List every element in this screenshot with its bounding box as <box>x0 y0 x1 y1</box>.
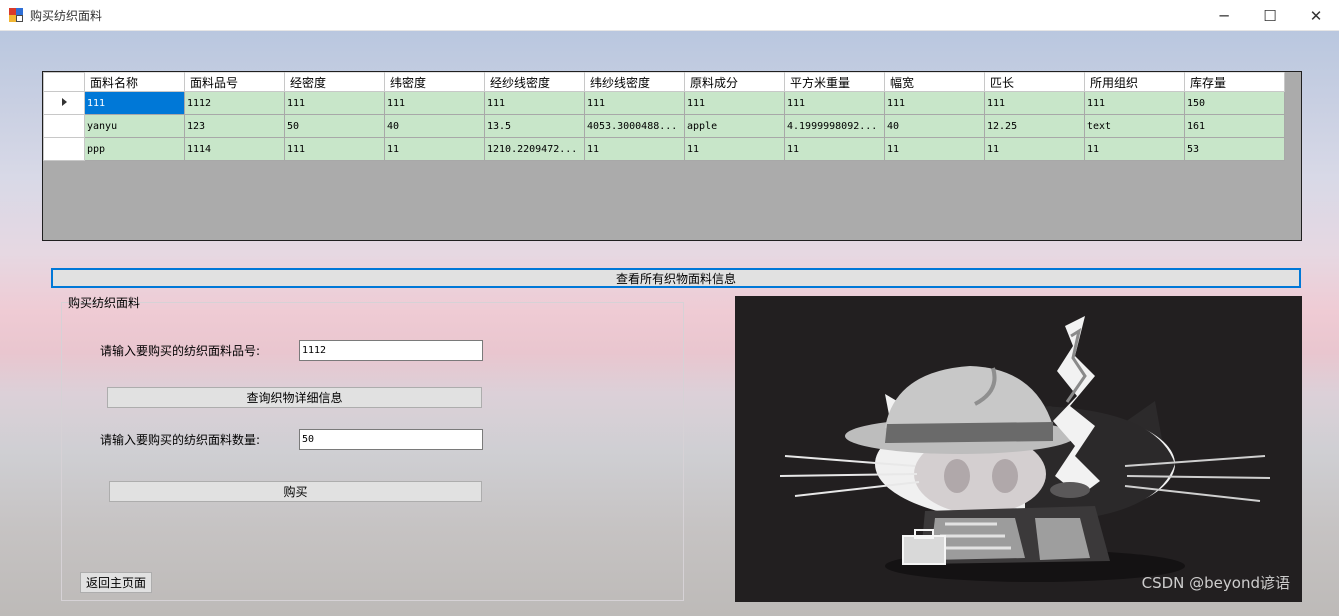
maximize-button[interactable]: ☐ <box>1247 0 1293 31</box>
grid-cell[interactable]: 111 <box>684 91 785 115</box>
grid-cell[interactable]: 150 <box>1184 91 1285 115</box>
purchase-groupbox-title: 购买纺织面料 <box>68 296 141 310</box>
grid-column-header[interactable]: 匹长 <box>984 72 1085 92</box>
grid-cell[interactable]: 1114 <box>184 137 285 161</box>
grid-cell[interactable]: 4053.3000488... <box>584 114 685 138</box>
grid-cell[interactable]: 50 <box>284 114 385 138</box>
octocat-detective-icon <box>779 316 1271 582</box>
grid-cell[interactable]: 13.5 <box>484 114 585 138</box>
grid-cell[interactable]: 111 <box>484 91 585 115</box>
window-controls: ─ ☐ ✕ <box>1201 0 1339 31</box>
query-fabric-details-button[interactable]: 查询织物详细信息 <box>107 387 482 408</box>
grid-body: 111 1112 111 111 111 111 111 111 111 111 111 150 yan… <box>43 91 1285 161</box>
row-header[interactable] <box>43 114 85 138</box>
grid-column-header[interactable]: 经密度 <box>284 72 385 92</box>
table-row[interactable]: 111 1112 111 111 111 111 111 111 111 111 111 150 <box>43 91 1285 115</box>
grid-column-header[interactable]: 纬密度 <box>384 72 485 92</box>
grid-cell[interactable]: 11 <box>384 137 485 161</box>
grid-column-header[interactable]: 所用组织 <box>1084 72 1185 92</box>
grid-column-header[interactable]: 库存量 <box>1184 72 1285 92</box>
grid-cell[interactable]: 123 <box>184 114 285 138</box>
grid-cell[interactable]: apple <box>684 114 785 138</box>
app-icon <box>9 8 23 22</box>
grid-cell[interactable]: 11 <box>784 137 885 161</box>
fabric-code-label: 请输入要购买的纺织面料品号: <box>100 344 261 358</box>
grid-cell[interactable]: 12.25 <box>984 114 1085 138</box>
grid-cell[interactable]: yanyu <box>84 114 185 138</box>
grid-cell[interactable]: 11 <box>684 137 785 161</box>
grid-cell[interactable]: text <box>1084 114 1185 138</box>
grid-cell[interactable]: 40 <box>884 114 985 138</box>
fabric-quantity-label: 请输入要购买的纺织面料数量: <box>100 433 261 447</box>
grid-cell[interactable]: 111 <box>984 91 1085 115</box>
view-all-fabrics-button[interactable]: 查看所有织物面料信息 <box>51 268 1301 288</box>
csdn-watermark: CSDN @beyond谚语 <box>1141 574 1290 592</box>
buy-button[interactable]: 购买 <box>109 481 482 502</box>
fabric-code-input[interactable]: 1112 <box>299 340 483 361</box>
minimize-button[interactable]: ─ <box>1201 0 1247 31</box>
grid-cell[interactable]: 11 <box>984 137 1085 161</box>
fabric-picture: CSDN @beyond谚语 <box>735 296 1302 602</box>
grid-cell[interactable]: ppp <box>84 137 185 161</box>
row-header[interactable] <box>43 137 85 161</box>
window-title: 购买纺织面料 <box>30 8 103 23</box>
current-row-arrow-icon <box>61 97 67 106</box>
grid-corner-header[interactable] <box>43 72 85 92</box>
grid-column-header[interactable]: 面料品号 <box>184 72 285 92</box>
grid-cell[interactable]: 111 <box>784 91 885 115</box>
grid-cell[interactable]: 111 <box>84 91 185 115</box>
grid-cell[interactable]: 111 <box>284 137 385 161</box>
table-row[interactable]: yanyu 123 50 40 13.5 4053.3000488... apple 4.19… <box>43 114 1285 138</box>
table-row[interactable]: ppp 1114 111 11 1210.2209472... 11 11 11 11 11 11 5… <box>43 137 1285 161</box>
grid-cell[interactable]: 111 <box>284 91 385 115</box>
grid-column-header[interactable]: 纬纱线密度 <box>584 72 685 92</box>
grid-cell[interactable]: 1210.2209472... <box>484 137 585 161</box>
grid-column-header[interactable]: 原料成分 <box>684 72 785 92</box>
row-header[interactable] <box>43 91 85 115</box>
grid-cell[interactable]: 11 <box>884 137 985 161</box>
back-to-home-button[interactable]: 返回主页面 <box>80 572 152 593</box>
grid-cell[interactable]: 111 <box>1084 91 1185 115</box>
fabric-quantity-input[interactable]: 50 <box>299 429 483 450</box>
grid-cell[interactable]: 1112 <box>184 91 285 115</box>
grid-cell[interactable]: 11 <box>584 137 685 161</box>
grid-cell[interactable]: 4.1999998092... <box>784 114 885 138</box>
grid-cell[interactable]: 11 <box>1084 137 1185 161</box>
grid-cell[interactable]: 53 <box>1184 137 1285 161</box>
title-bar: 购买纺织面料 ─ ☐ ✕ <box>0 0 1339 31</box>
grid-cell[interactable]: 111 <box>884 91 985 115</box>
grid-column-header[interactable]: 幅宽 <box>884 72 985 92</box>
grid-cell[interactable]: 161 <box>1184 114 1285 138</box>
grid-column-header[interactable]: 面料名称 <box>84 72 185 92</box>
fabric-data-grid[interactable]: 面料名称 面料品号 经密度 纬密度 经纱线密度 纬纱线密度 原料成分 平方米重量 幅宽 匹长 所用组… <box>42 71 1302 241</box>
grid-cell[interactable]: 111 <box>384 91 485 115</box>
grid-cell[interactable]: 40 <box>384 114 485 138</box>
client-area: 面料名称 面料品号 经密度 纬密度 经纱线密度 纬纱线密度 原料成分 平方米重量 幅宽 匹长 所用组… <box>0 31 1339 616</box>
grid-column-header[interactable]: 平方米重量 <box>784 72 885 92</box>
grid-cell[interactable]: 111 <box>584 91 685 115</box>
grid-header-row: 面料名称 面料品号 经密度 纬密度 经纱线密度 纬纱线密度 原料成分 平方米重量 幅宽 匹长 所用组… <box>43 72 1285 92</box>
fabric-table: 面料名称 面料品号 经密度 纬密度 经纱线密度 纬纱线密度 原料成分 平方米重量 幅宽 匹长 所用组… <box>43 72 1285 161</box>
grid-column-header[interactable]: 经纱线密度 <box>484 72 585 92</box>
close-button[interactable]: ✕ <box>1293 0 1339 31</box>
